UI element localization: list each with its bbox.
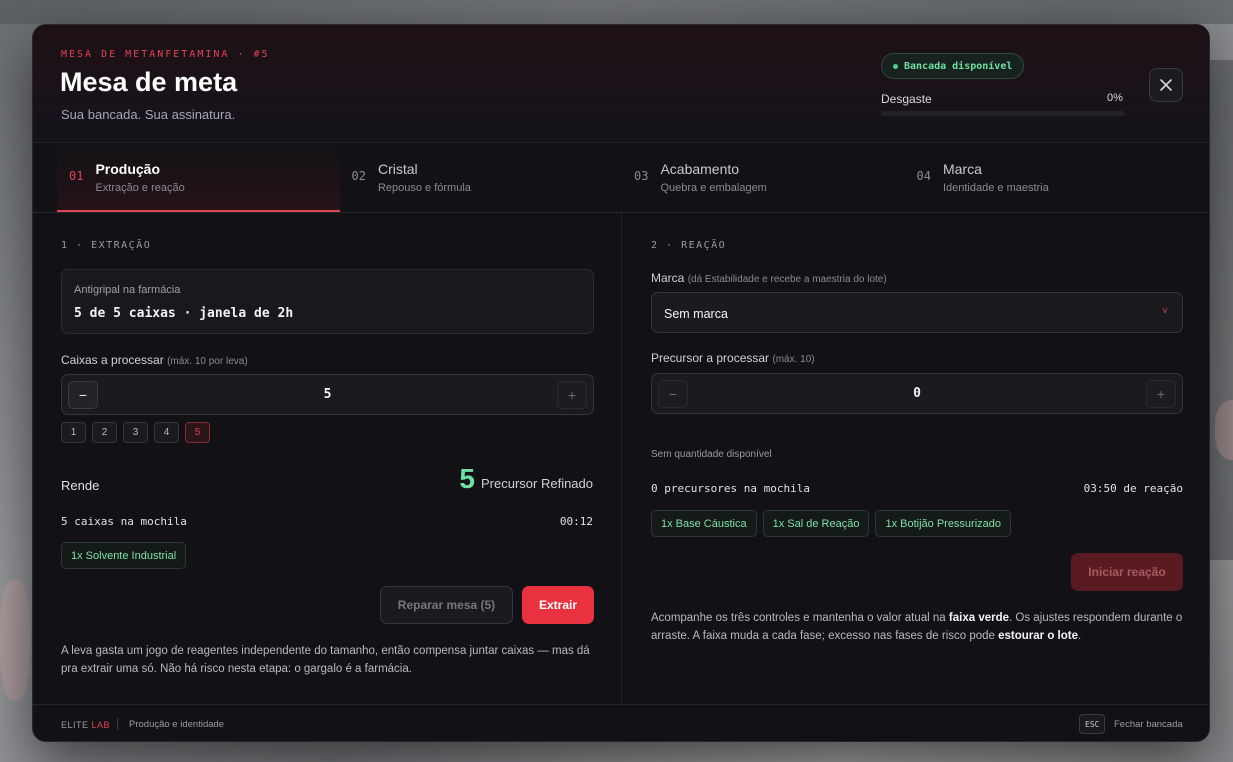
tab-title: Acabamento <box>660 161 740 177</box>
pharmacy-info-label: Antigripal na farmácia <box>74 284 181 296</box>
reagent-chip: 1x Solvente Industrial <box>61 542 187 569</box>
tab-bar: 01 Produção Extração e reação 02 Cristal… <box>57 143 1187 212</box>
reaction-note-text: Acompanhe os três controles e mantenha o… <box>651 612 949 624</box>
close-button[interactable] <box>1149 68 1183 102</box>
tab-marca[interactable]: 04 Marca Identidade e maestria <box>905 143 1188 212</box>
extraction-time: 00:12 <box>559 515 593 528</box>
precursor-stepper: − 0 + <box>651 373 1183 414</box>
tab-subtitle: Extração e reação <box>95 182 185 194</box>
chevron-down-icon: ˅ <box>1162 306 1168 317</box>
brand-select-value: Sem marca <box>664 307 728 321</box>
eyebrow: MESA DE METANFETAMINA · #5 <box>61 49 270 60</box>
reagent-chip: 1x Botijão Pressurizado <box>875 510 1012 537</box>
precursor-label-text: Precursor a processar <box>651 351 770 365</box>
precursor-value: 0 <box>913 386 921 401</box>
reaction-panel: 2 · REAÇÃO Marca (dá Estabilidade e rece… <box>623 213 1209 703</box>
tab-number: 02 <box>351 169 366 183</box>
tab-title: Produção <box>95 161 161 177</box>
page-subtitle: Sua bancada. Sua assinatura. <box>61 107 236 122</box>
tab-title: Cristal <box>377 161 418 177</box>
precursor-field-label: Precursor a processar (máx. 10) <box>651 351 815 365</box>
status-badge-label: Bancada disponível <box>904 60 1013 72</box>
boxes-quick-select: 1 2 3 4 5 <box>61 422 210 443</box>
extraction-note: A leva gasta um jogo de reagentes indepe… <box>61 645 590 675</box>
tab-cristal[interactable]: 02 Cristal Repouso e fórmula <box>340 143 623 212</box>
boxes-label-text: Caixas a processar <box>61 353 164 367</box>
brand-field-label: Marca (dá Estabilidade e recebe a maestr… <box>651 271 887 285</box>
quick-select-4[interactable]: 4 <box>154 422 179 443</box>
wear-progress-bar <box>881 111 1125 116</box>
brand-label-text: Marca <box>651 271 685 285</box>
footer-brand-name: ELITE <box>61 720 89 730</box>
esc-key-hint[interactable]: ESC <box>1079 714 1106 734</box>
tab-subtitle: Quebra e embalagem <box>660 182 767 194</box>
reaction-section-title: 2 · REAÇÃO <box>651 240 727 251</box>
footer-description: Produção e identidade <box>129 719 225 730</box>
extract-button[interactable]: Extrair <box>522 586 594 624</box>
tab-producao[interactable]: 01 Produção Extração e reação <box>57 143 340 212</box>
brand-label-hint: (dá Estabilidade e recebe a maestria do … <box>687 274 887 285</box>
start-reaction-button[interactable]: Iniciar reação <box>1071 553 1183 591</box>
yield-unit: Precursor Refinado <box>481 476 593 491</box>
extraction-section-title: 1 · EXTRAÇÃO <box>61 240 152 251</box>
quick-select-5[interactable]: 5 <box>185 422 210 443</box>
quick-select-1[interactable]: 1 <box>61 422 86 443</box>
yield-amount: 5 Precursor Refinado <box>459 463 593 495</box>
boxes-field-label: Caixas a processar (máx. 10 por leva) <box>61 353 248 367</box>
status-dot-icon <box>893 63 898 69</box>
reaction-inventory: 0 precursores na mochila <box>651 482 810 495</box>
wear-label: Desgaste <box>881 92 932 106</box>
tab-number: 03 <box>634 169 649 183</box>
footer-brand-accent: LAB <box>91 720 111 730</box>
boxes-value: 5 <box>323 387 332 402</box>
yield-label: Rende <box>61 478 100 493</box>
reaction-reagents: 1x Base Cáustica 1x Sal de Reação 1x Bot… <box>651 510 1012 537</box>
burst-batch-emphasis: estourar o lote <box>998 630 1079 642</box>
reagent-chip: 1x Base Cáustica <box>651 510 757 537</box>
pharmacy-info-box: Antigripal na farmácia 5 de 5 caixas · j… <box>61 269 594 334</box>
tab-acabamento[interactable]: 03 Acabamento Quebra e embalagem <box>622 143 905 212</box>
tab-subtitle: Repouso e fórmula <box>377 182 471 194</box>
tab-title: Marca <box>942 161 982 177</box>
tab-subtitle: Identidade e maestria <box>942 182 1049 194</box>
precursor-availability: Sem quantidade disponível <box>651 449 772 460</box>
boxes-stepper: − 5 + <box>61 374 594 415</box>
extraction-panel: 1 · EXTRAÇÃO Antigripal na farmácia 5 de… <box>33 213 622 703</box>
close-bench-label: Fechar bancada <box>1114 719 1183 730</box>
reaction-time: 03:50 de reação <box>1083 482 1183 495</box>
brand-select[interactable]: Sem marca ˅ <box>651 292 1183 333</box>
modal-header: MESA DE METANFETAMINA · #5 Mesa de meta … <box>33 25 1209 143</box>
precursor-increment-button[interactable]: + <box>1146 380 1176 408</box>
reagent-chip: 1x Sal de Reação <box>762 510 870 537</box>
reaction-note-text: . <box>1078 630 1082 642</box>
green-band-emphasis: faixa verde <box>948 612 1010 624</box>
extraction-inventory: 5 caixas na mochila <box>61 515 187 528</box>
tab-number: 01 <box>69 169 84 183</box>
precursor-label-hint: (máx. 10) <box>772 354 815 365</box>
footer-divider <box>117 718 118 730</box>
close-icon <box>1160 79 1172 91</box>
quick-select-2[interactable]: 2 <box>92 422 117 443</box>
quick-select-3[interactable]: 3 <box>123 422 148 443</box>
repair-table-button[interactable]: Reparar mesa (5) <box>380 586 513 624</box>
wear-value: 0% <box>1107 92 1123 104</box>
reaction-note: Acompanhe os três controles e mantenha o… <box>651 609 1191 645</box>
lab-modal: MESA DE METANFETAMINA · #5 Mesa de meta … <box>32 24 1210 742</box>
page-title: Mesa de meta <box>60 67 238 97</box>
extraction-reagents: 1x Solvente Industrial <box>61 542 187 569</box>
status-badge: Bancada disponível <box>881 53 1025 79</box>
pharmacy-info-value: 5 de 5 caixas · janela de 2h <box>74 306 294 321</box>
boxes-label-hint: (máx. 10 por leva) <box>167 356 248 367</box>
tab-number: 04 <box>916 169 931 183</box>
footer-brand: ELITE LAB <box>61 720 110 730</box>
boxes-increment-button[interactable]: + <box>557 381 587 409</box>
yield-number: 5 <box>459 463 475 494</box>
modal-footer: ELITE LAB Produção e identidade ESC Fech… <box>33 704 1209 741</box>
